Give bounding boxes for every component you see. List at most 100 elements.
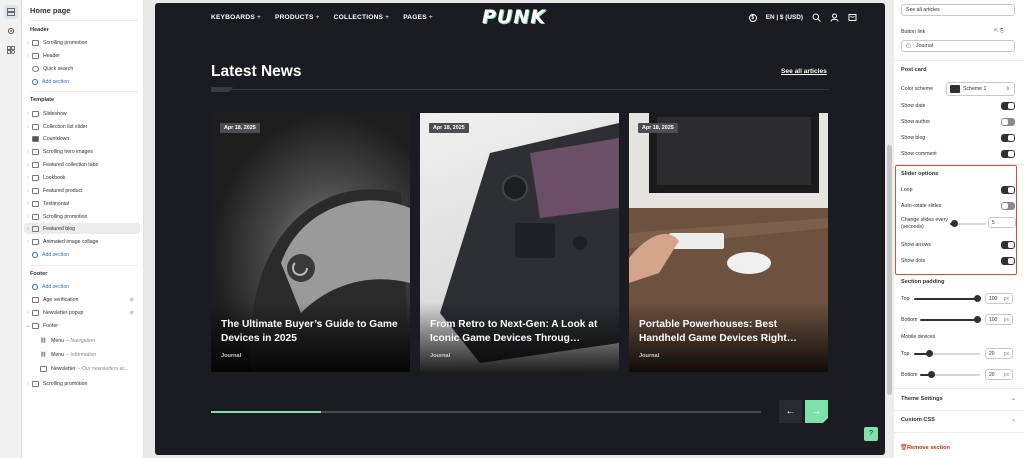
plus-circle-icon [32, 78, 38, 85]
chevron-right-icon[interactable]: › [24, 214, 32, 220]
apps-icon[interactable] [4, 43, 18, 57]
external-link-icon[interactable]: ⇱ ⎘ [994, 28, 1004, 35]
section-item[interactable]: › Collection list slider [24, 121, 140, 132]
section-item[interactable]: › Scrolling promotion [24, 211, 140, 222]
see-all-link[interactable]: See all articles [781, 68, 827, 75]
chevron-right-icon[interactable]: › [24, 226, 32, 232]
scrollbar-thumb[interactable] [887, 145, 892, 395]
theme-settings-toggle[interactable]: Theme Settings [901, 396, 943, 402]
chevron-right-icon[interactable]: › [24, 201, 32, 207]
section-padding-heading: Section padding [901, 279, 945, 285]
block-item[interactable]: ⛓ Menu – Navigation [40, 335, 140, 346]
padding-bottom-input[interactable]: 100 px [985, 314, 1013, 325]
trash-icon[interactable]: 🗑 [900, 444, 908, 451]
plus-circle-icon [32, 251, 38, 258]
chevron-down-icon[interactable]: ⌄ [24, 323, 32, 329]
show-date-label: Show date [901, 103, 926, 109]
button-label-input[interactable]: See all articles [901, 4, 1015, 16]
add-section-button[interactable]: Add section [24, 281, 140, 292]
padding-bottom-slider[interactable] [920, 316, 981, 323]
show-comment-toggle[interactable] [1001, 150, 1015, 158]
button-link-input[interactable]: ▢ Journal [901, 40, 1015, 52]
section-item[interactable]: › Scrolling hero images [24, 146, 140, 157]
show-blog-toggle[interactable] [1001, 134, 1015, 142]
blog-card[interactable]: Apr 18, 2025 From Retro to Next-Gen: A L… [420, 113, 619, 372]
account-icon[interactable] [830, 13, 839, 22]
padding-top-input[interactable]: 100 px [985, 293, 1013, 304]
slider-next-button[interactable]: → [805, 400, 828, 423]
chat-widget-icon[interactable]: ? [864, 427, 878, 441]
chevron-right-icon[interactable]: › [24, 149, 32, 155]
search-icon[interactable] [812, 13, 821, 22]
post-title[interactable]: Portable Powerhouses: Best Handheld Game… [639, 318, 825, 346]
mobile-top-input[interactable]: 20 px [985, 348, 1013, 359]
section-item[interactable]: › Lookbook [24, 172, 140, 183]
chevron-right-icon[interactable]: › [24, 162, 32, 168]
block-item[interactable]: Newsletter – Our newsletters ar... [40, 363, 140, 374]
nav-item-collections[interactable]: COLLECTIONS + [334, 14, 390, 21]
section-item[interactable]: › Scrolling promotion [24, 378, 140, 389]
chevron-right-icon[interactable]: › [24, 175, 32, 181]
store-logo[interactable]: PUNK [482, 6, 546, 28]
nav-item-keyboards[interactable]: KEYBOARDS + [211, 14, 261, 21]
slider-prev-button[interactable]: ← [779, 400, 802, 423]
show-date-toggle[interactable] [1001, 102, 1015, 110]
chevron-right-icon[interactable]: › [24, 111, 32, 117]
post-blog-tag[interactable]: Journal [221, 353, 241, 359]
add-section-button[interactable]: Add section [24, 76, 140, 87]
section-item[interactable]: Quick search [24, 63, 140, 74]
chevron-right-icon[interactable]: › [24, 381, 32, 387]
section-icon [32, 213, 39, 220]
section-item[interactable]: › Testimonial [24, 198, 140, 209]
chevron-right-icon[interactable]: › [24, 310, 32, 316]
chevron-right-icon[interactable]: › [24, 239, 32, 245]
locale-selector[interactable]: EN | $ (USD) [766, 14, 803, 21]
post-card-heading: Post card [901, 67, 927, 73]
mobile-bottom-slider[interactable] [920, 371, 980, 378]
show-blog-label: Show blog [901, 135, 926, 141]
chevron-right-icon[interactable]: › [24, 40, 32, 46]
remove-section-button[interactable]: Remove section [907, 445, 950, 451]
visibility-icon[interactable]: ⊘ [130, 310, 134, 316]
chevron-down-icon[interactable]: ⌄ [1011, 395, 1016, 402]
cart-icon[interactable] [848, 13, 857, 22]
post-title[interactable]: The Ultimate Buyer’s Guide to Game Devic… [221, 318, 407, 346]
chevron-down-icon[interactable]: ⌄ [1011, 416, 1016, 423]
mobile-top-slider[interactable] [914, 350, 980, 357]
scheme-swatch-icon [950, 85, 960, 93]
show-author-toggle[interactable] [1001, 118, 1015, 126]
page-title[interactable]: Home page [30, 6, 70, 15]
section-item[interactable]: › Slideshow [24, 108, 140, 119]
section-item[interactable]: ⌄ Footer [24, 320, 140, 331]
chevron-right-icon[interactable]: › [24, 188, 32, 194]
section-item[interactable]: › Header [24, 50, 140, 61]
section-item-selected[interactable]: › Featured blog [24, 223, 140, 234]
blog-card[interactable]: Apr 18, 2025 Portable Powerhouses: Best … [629, 113, 828, 372]
blog-card[interactable]: Apr 18, 2025 The Ultimate Buyer’s Guide … [211, 113, 410, 372]
block-item[interactable]: ⛓ Menu – Information [40, 349, 140, 360]
chevron-right-icon[interactable]: › [24, 124, 32, 130]
section-item[interactable]: › Featured product [24, 185, 140, 196]
color-scheme-select[interactable]: Scheme 1 ⇕ [946, 82, 1015, 96]
padding-top-slider[interactable] [914, 295, 981, 302]
visibility-icon[interactable]: ⊘ [130, 297, 134, 303]
nav-item-pages[interactable]: PAGES + [403, 14, 433, 21]
chevron-right-icon[interactable]: › [24, 53, 32, 59]
post-title[interactable]: From Retro to Next-Gen: A Look at Iconic… [430, 318, 616, 346]
post-blog-tag[interactable]: Journal [639, 353, 659, 359]
nav-item-products[interactable]: PRODUCTS + [275, 14, 320, 21]
section-item[interactable]: › Animated image collage [24, 236, 140, 247]
section-item[interactable]: › Featured collection tabs [24, 159, 140, 170]
add-section-button[interactable]: Add section [24, 249, 140, 260]
post-blog-tag[interactable]: Journal [430, 353, 450, 359]
section-item[interactable]: › Scrolling promotion [24, 37, 140, 48]
section-item[interactable]: Countdown [24, 133, 140, 144]
section-icon [32, 238, 39, 245]
gear-icon[interactable] [4, 24, 18, 38]
mobile-bottom-input[interactable]: 20 px [985, 369, 1013, 380]
section-item[interactable]: › Newsletter popup ⊘ [24, 307, 140, 318]
settings-scrollbar[interactable] [886, 0, 894, 458]
sections-icon[interactable] [4, 5, 18, 19]
custom-css-toggle[interactable]: Custom CSS [901, 417, 935, 423]
section-item[interactable]: Age verification ⊘ [24, 294, 140, 305]
